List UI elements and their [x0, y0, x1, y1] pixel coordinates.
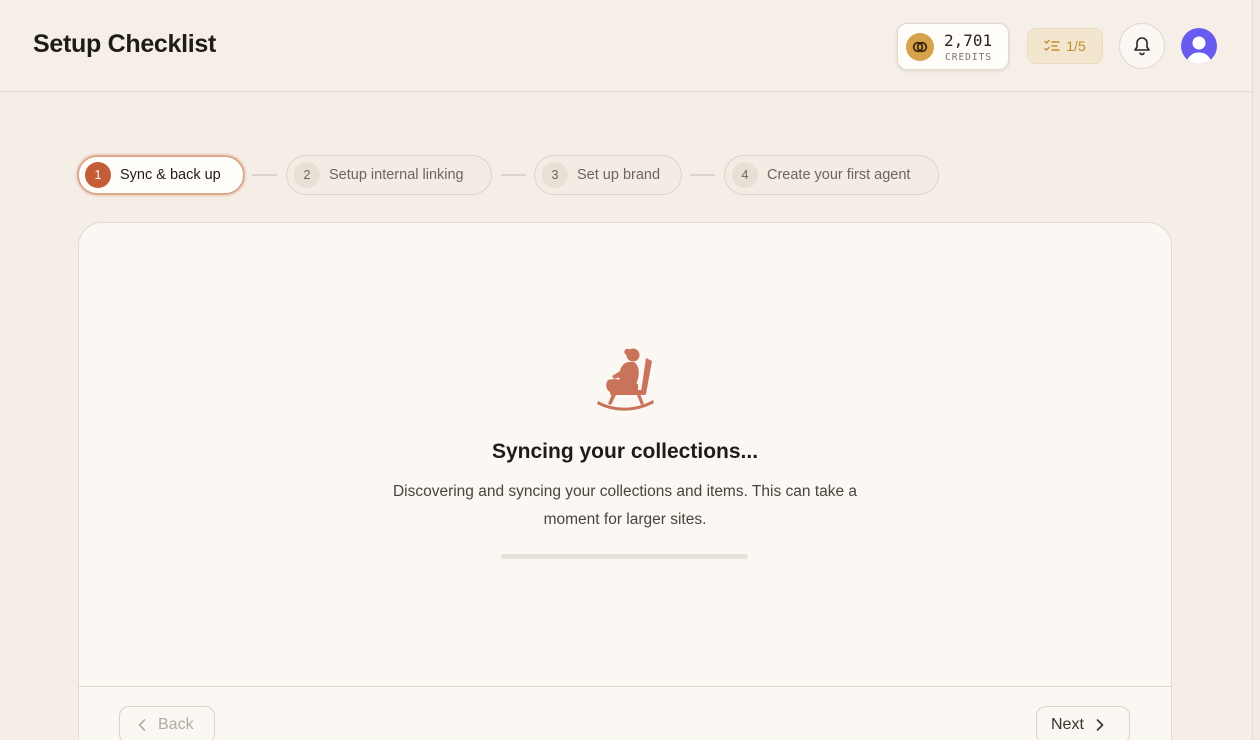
bell-icon	[1134, 37, 1150, 56]
page-header: Setup Checklist 2,701 CREDITS 1/5	[0, 0, 1260, 92]
credits-widget[interactable]: 2,701 CREDITS	[897, 23, 1009, 70]
notifications-button[interactable]	[1119, 23, 1165, 69]
sync-progress-bar	[501, 554, 748, 559]
step-number: 2	[294, 162, 320, 188]
step-number: 1	[85, 162, 111, 188]
next-button-label: Next	[1051, 716, 1084, 733]
step-label: Sync & back up	[120, 167, 221, 183]
chevron-right-icon	[1096, 719, 1104, 731]
page-title: Setup Checklist	[33, 30, 217, 58]
chevron-left-icon	[138, 719, 146, 731]
scrollbar[interactable]	[1252, 0, 1260, 740]
sync-status-title: Syncing your collections...	[491, 440, 759, 463]
rocking-chair-person-icon	[597, 348, 654, 411]
step-create-first-agent[interactable]: 4 Create your first agent	[724, 155, 939, 195]
checklist-progress-button[interactable]: 1/5	[1027, 28, 1103, 64]
step-connector	[690, 174, 715, 176]
step-setup-internal-linking[interactable]: 2 Setup internal linking	[286, 155, 492, 195]
step-set-up-brand[interactable]: 3 Set up brand	[534, 155, 682, 195]
card-footer-divider	[79, 686, 1171, 687]
credits-coin-icon	[906, 33, 934, 61]
step-number: 3	[542, 162, 568, 188]
back-button-label: Back	[158, 716, 194, 733]
next-button[interactable]: Next	[1036, 706, 1130, 740]
checklist-icon	[1044, 39, 1060, 51]
step-number: 4	[732, 162, 758, 188]
step-label: Create your first agent	[767, 167, 911, 183]
step-label: Setup internal linking	[329, 167, 464, 183]
credits-amount: 2,701	[944, 31, 993, 50]
credits-label: CREDITS	[945, 52, 993, 63]
sync-status-description: Discovering and syncing your collections…	[392, 483, 858, 528]
back-button[interactable]: Back	[119, 706, 215, 740]
step-sync-back-up[interactable]: 1 Sync & back up	[77, 155, 245, 195]
checklist-progress-text: 1/5	[1066, 38, 1086, 54]
step-connector	[501, 174, 526, 176]
user-avatar[interactable]	[1181, 28, 1217, 64]
step-label: Set up brand	[577, 167, 661, 183]
step-connector	[252, 174, 277, 176]
